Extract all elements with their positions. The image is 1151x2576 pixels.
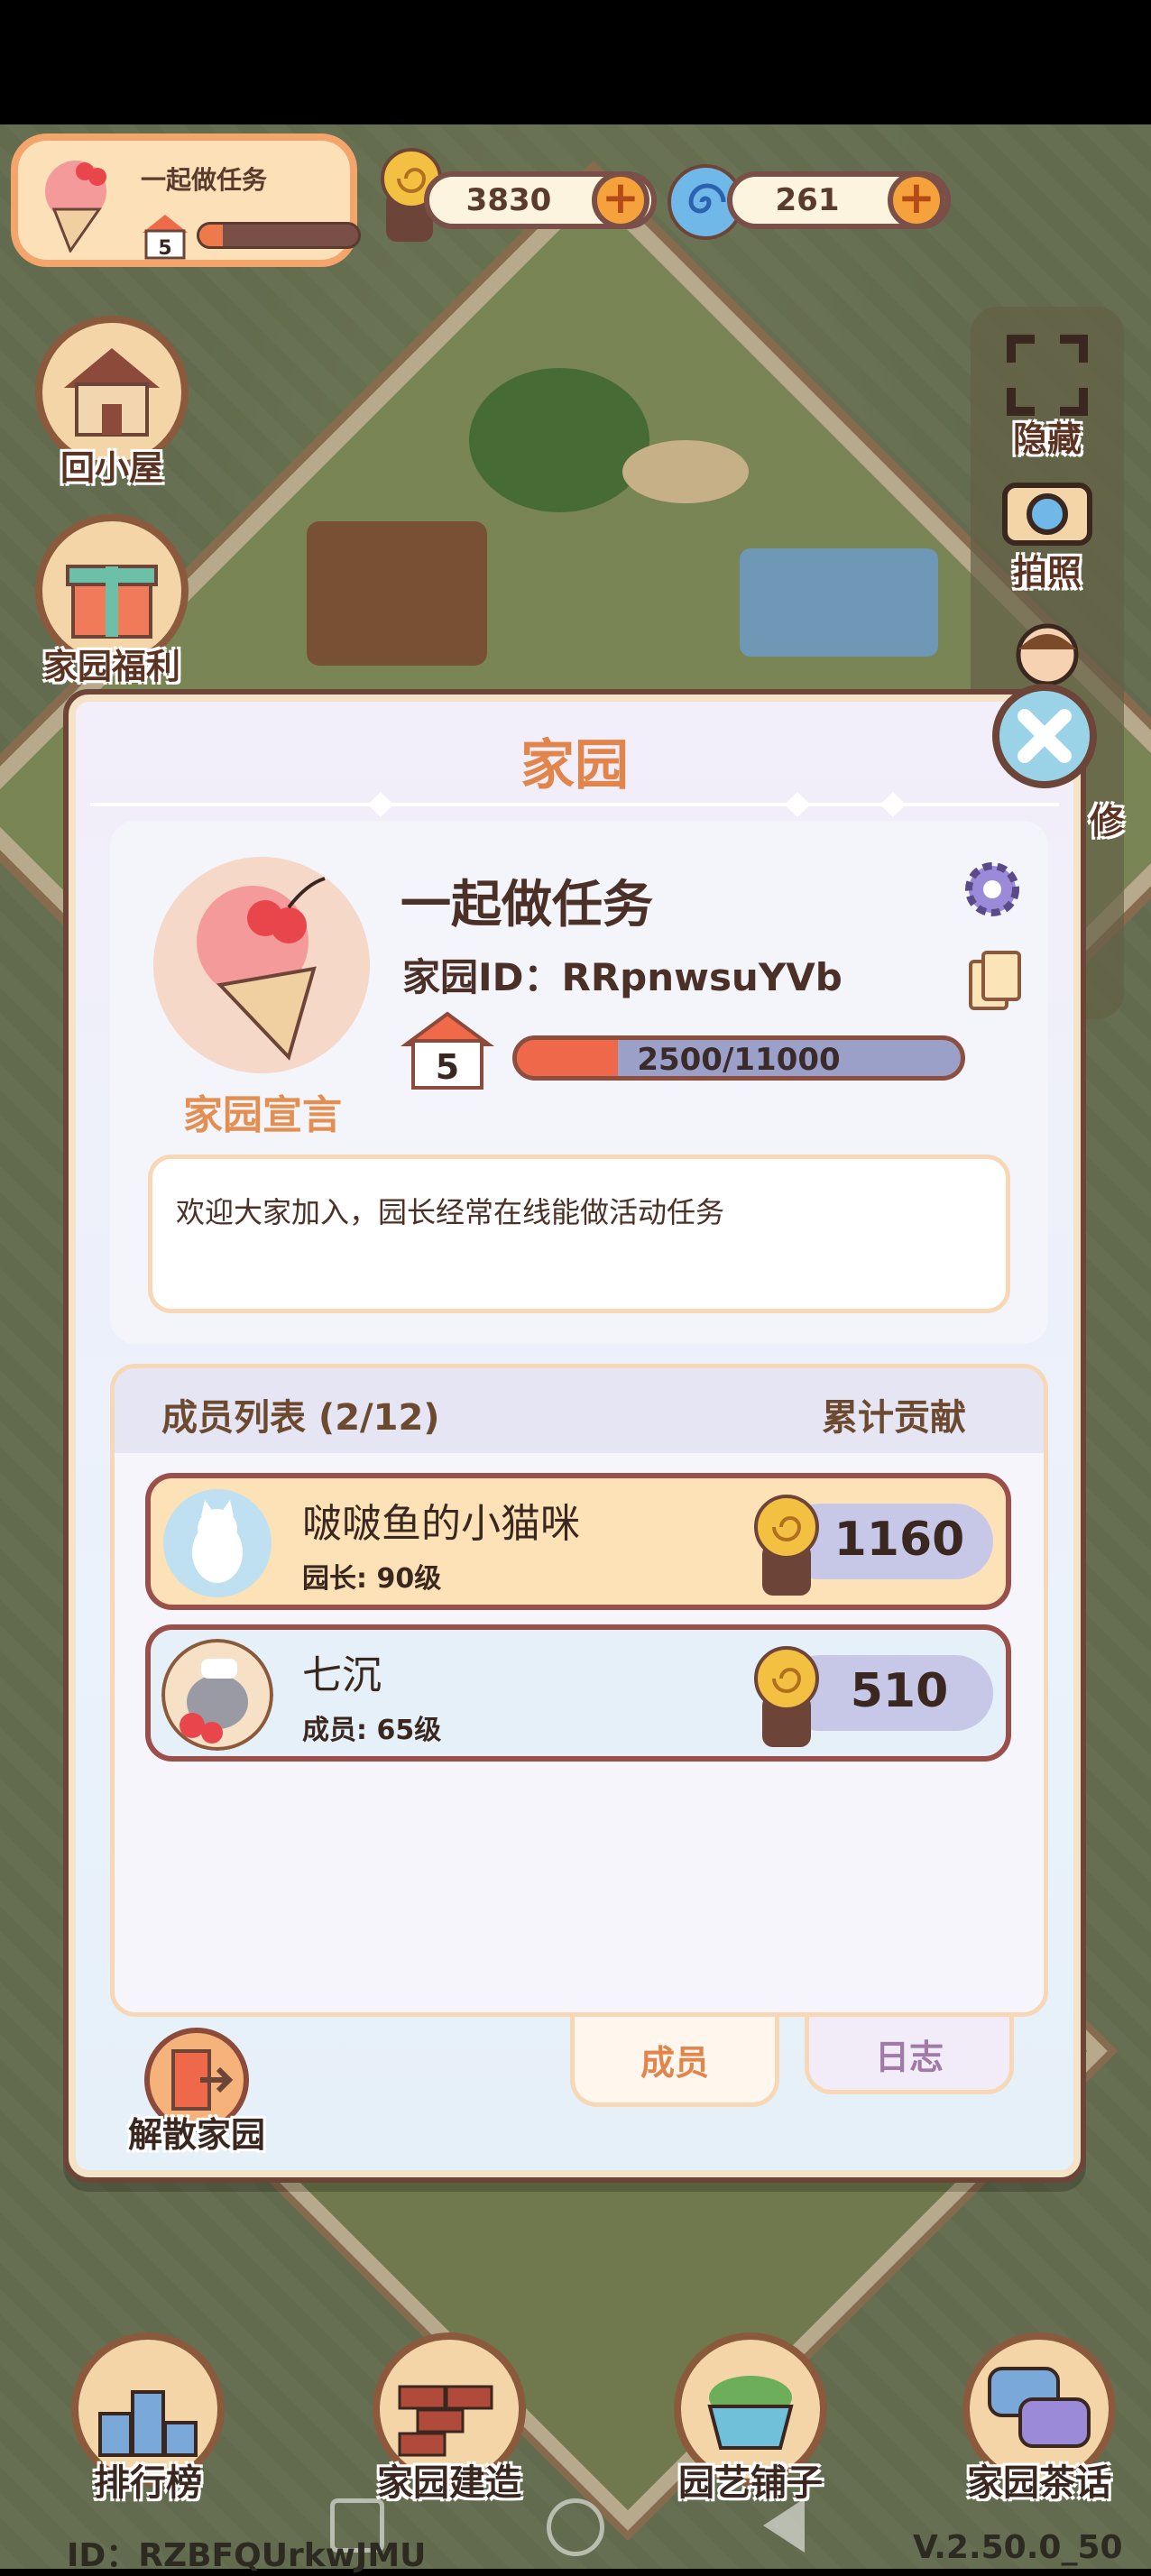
back-nav-button[interactable] <box>763 2498 805 2553</box>
garden-chat-label: 家园茶话 <box>967 2462 1111 2504</box>
garden-info-card: 家园宣言 一起做任务 家园ID：RRpnwsuYVb 5 2500/11000 … <box>110 821 1048 1344</box>
photo-label: 拍照 <box>1012 553 1082 593</box>
snail-icon <box>754 1495 819 1596</box>
tab-members-label: 成员 <box>640 2043 709 2083</box>
garden-profile-chip[interactable]: 一起做任务 5 <box>11 133 361 267</box>
hide-ui-label: 隐藏 <box>1012 419 1082 459</box>
member-name: 七沉 <box>302 1652 382 1698</box>
dissolve-garden-label: 解散家园 <box>127 2115 265 2155</box>
member-name: 啵啵鱼的小猫咪 <box>302 1501 580 1547</box>
garden-name: 一起做任务 <box>141 165 268 195</box>
camera-icon <box>1002 483 1092 546</box>
add-spiral-currency-button[interactable]: + <box>888 171 945 229</box>
ice-cream-icon <box>197 877 326 1061</box>
garden-welfare-button[interactable]: 家园福利 <box>22 514 202 688</box>
garden-avatar[interactable] <box>153 857 370 1073</box>
manifesto-text: 欢迎大家加入，园长经常在线能做活动任务 <box>176 1195 725 1229</box>
spiral-currency-value: 261 <box>775 182 840 218</box>
close-dialog-button[interactable] <box>992 684 1097 788</box>
member-list-title: 成员列表 (2/12) <box>161 1397 440 1439</box>
garden-shop-button[interactable]: 园艺铺子 <box>660 2332 841 2506</box>
garden-build-button[interactable]: 家园建造 <box>359 2332 539 2506</box>
dialog-title: 家园 <box>520 734 629 797</box>
member-score: 510 <box>850 1664 949 1718</box>
home-button-label: 回小屋 <box>60 448 163 488</box>
tab-log[interactable]: 日志 <box>805 2017 1014 2094</box>
tab-log-label: 日志 <box>874 2038 944 2077</box>
close-icon <box>1017 709 1072 763</box>
title-divider <box>90 803 1059 806</box>
fullscreen-icon <box>1007 335 1088 416</box>
garden-exp-progress: 2500/11000 <box>512 1035 965 1081</box>
home-nav-button[interactable] <box>547 2498 604 2556</box>
member-list-card: 成员列表 (2/12) 累计贡献 啵啵鱼的小猫咪 园长: 90级 1160 七沉… <box>110 1364 1048 2017</box>
garden-chat-button[interactable]: 家园茶话 <box>949 2332 1129 2506</box>
manifesto-box[interactable]: 欢迎大家加入，园长经常在线能做活动任务 <box>148 1155 1010 1313</box>
member-score: 1160 <box>833 1513 965 1567</box>
member-list-header: 成员列表 (2/12) 累计贡献 <box>115 1368 1044 1453</box>
member-avatar-chef-cat-icon <box>161 1639 273 1751</box>
status-bar <box>0 0 1151 124</box>
garden-build-label: 家园建造 <box>377 2462 521 2504</box>
garden-shop-label: 园艺铺子 <box>678 2462 823 2504</box>
add-snail-currency-button[interactable]: + <box>592 171 649 229</box>
ranking-button[interactable]: 排行榜 <box>58 2332 238 2506</box>
garden-dialog: 家园 家园宣言 一起做任务 家园ID：RRpnwsuYVb 5 2500/110… <box>63 689 1086 2183</box>
garden-level-text: 5 <box>436 1047 459 1087</box>
version-label: V.2.50.0_50 <box>913 2529 1123 2566</box>
snail-currency-value: 3830 <box>465 182 552 218</box>
dissolve-garden-button[interactable]: 解散家园 <box>106 2028 287 2157</box>
member-role: 园长: 90级 <box>302 1563 442 1595</box>
garden-exp-bar-fill <box>199 225 224 246</box>
contribution-title: 累计贡献 <box>822 1397 966 1439</box>
member-row[interactable]: 七沉 成员: 65级 510 <box>145 1624 1011 1762</box>
photo-button[interactable]: 拍照 <box>971 469 1124 594</box>
tab-members[interactable]: 成员 <box>570 2017 779 2107</box>
member-role: 成员: 65级 <box>302 1715 442 1746</box>
house-level-icon: 5 <box>143 215 188 260</box>
garden-level-icon: 5 <box>401 1011 494 1090</box>
copy-id-icon[interactable] <box>967 949 1025 1012</box>
home-button[interactable]: 回小屋 <box>22 316 202 490</box>
ice-cream-avatar-icon <box>45 161 106 253</box>
user-id: ID：RZBFQUrkwJMU <box>67 2537 427 2574</box>
snail-icon <box>754 1646 819 1747</box>
garden-id: 家园ID：RRpnwsuYVb <box>402 955 843 999</box>
settings-gear-icon[interactable] <box>958 855 1027 924</box>
chip-level-text: 5 <box>158 237 171 260</box>
hide-ui-button[interactable]: 隐藏 <box>971 330 1124 461</box>
welfare-button-label: 家园福利 <box>42 647 180 686</box>
manifesto-label: 家园宣言 <box>183 1092 342 1138</box>
member-avatar-cat-icon <box>163 1489 272 1597</box>
garden-exp-text: 2500/11000 <box>637 1042 841 1078</box>
member-row[interactable]: 啵啵鱼的小猫咪 园长: 90级 1160 <box>145 1473 1011 1610</box>
dialog-garden-name: 一起做任务 <box>401 876 653 934</box>
garden-exp-bar <box>197 222 361 249</box>
ranking-label: 排行榜 <box>94 2462 202 2504</box>
